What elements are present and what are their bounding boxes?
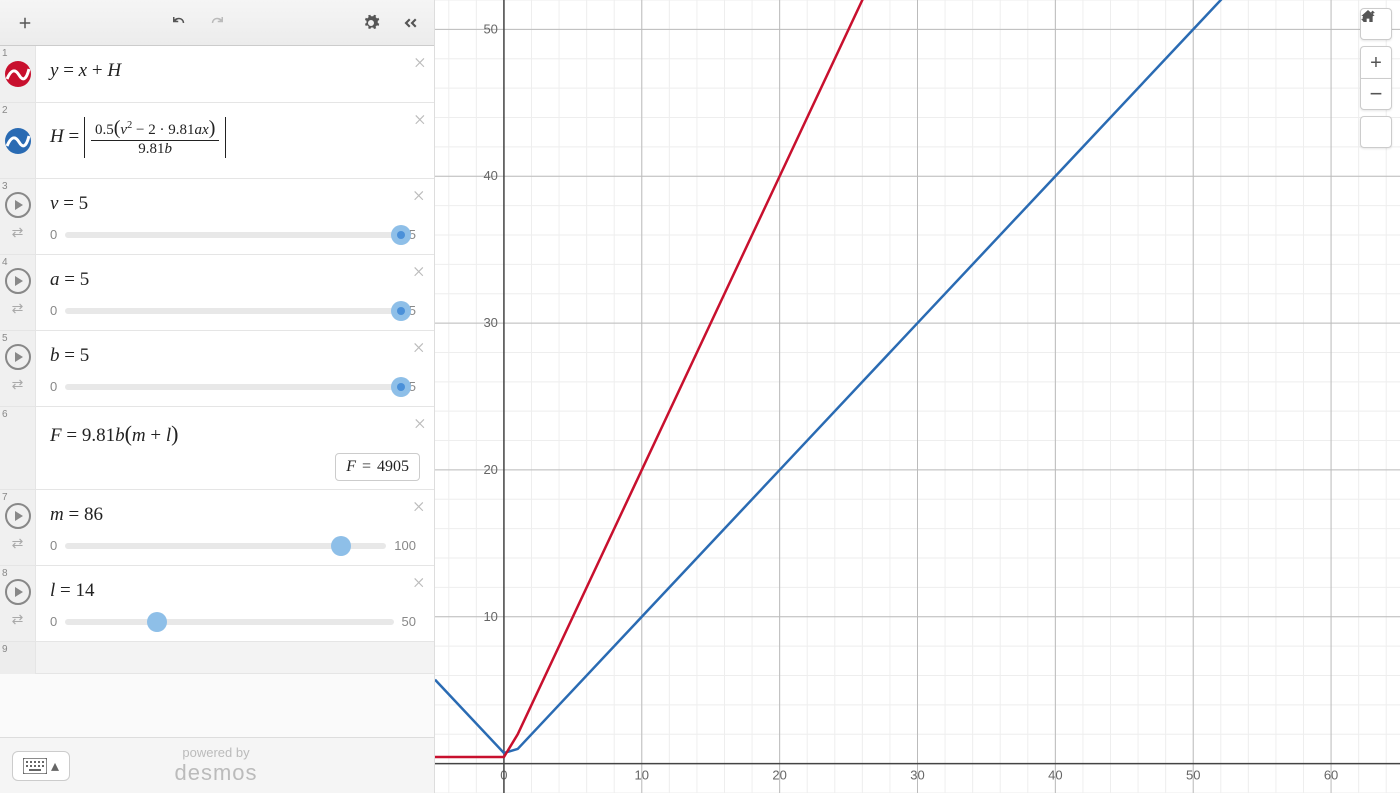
slider-track[interactable] [65, 619, 393, 625]
collapse-sidebar-button[interactable] [392, 6, 426, 40]
slider-thumb[interactable] [147, 612, 167, 632]
slider-mode-icon[interactable]: ⇄ [12, 300, 24, 317]
undo-button[interactable] [162, 6, 196, 40]
plot-color-icon[interactable] [5, 61, 31, 87]
graph-canvas[interactable]: 01020304050601020304050 + − [435, 0, 1400, 793]
row-number: 4 [2, 257, 8, 268]
slider-max[interactable]: 100 [394, 538, 416, 553]
graph-controls: + − [1360, 8, 1392, 148]
svg-text:20: 20 [772, 768, 786, 783]
slider-min[interactable]: 0 [50, 614, 57, 629]
graph-svg: 01020304050601020304050 [435, 0, 1400, 793]
add-expression-button[interactable] [8, 6, 42, 40]
computed-value: F=4905 [335, 453, 420, 481]
delete-row-button[interactable]: × [414, 52, 426, 74]
play-slider-button[interactable] [5, 192, 31, 218]
slider-track[interactable] [65, 232, 401, 238]
play-slider-button[interactable] [5, 579, 31, 605]
slider-max[interactable]: 50 [402, 614, 416, 629]
svg-text:30: 30 [910, 768, 924, 783]
row-number: 6 [2, 409, 8, 420]
row-number: 1 [2, 48, 8, 59]
svg-text:20: 20 [483, 462, 497, 477]
delete-row-button[interactable]: × [411, 496, 426, 518]
row-number: 5 [2, 333, 8, 344]
svg-text:40: 40 [1048, 768, 1062, 783]
expression-list: 1 × y = x + H 2 × H = [0, 46, 434, 737]
slider-row[interactable]: 5 ⇄ × b = 5 0 5 [0, 331, 434, 407]
sidebar-toolbar [0, 0, 434, 46]
slider-thumb[interactable] [391, 377, 411, 397]
expression-row[interactable]: 1 × y = x + H [0, 46, 434, 103]
slider-row[interactable]: 4 ⇄ × a = 5 0 5 [0, 255, 434, 331]
row-number: 7 [2, 492, 8, 503]
row-number: 8 [2, 568, 8, 579]
row-number: 2 [2, 105, 8, 116]
slider-row[interactable]: 8 ⇄ × l = 14 0 50 [0, 566, 434, 642]
slider-min[interactable]: 0 [50, 538, 57, 553]
delete-row-button[interactable]: × [411, 572, 426, 594]
slider-track[interactable] [65, 308, 401, 314]
play-slider-button[interactable] [5, 503, 31, 529]
empty-row[interactable]: 9 [0, 642, 434, 674]
delete-row-button[interactable]: × [411, 185, 426, 207]
slider-row[interactable]: 7 ⇄ × m = 86 0 100 [0, 490, 434, 566]
svg-text:40: 40 [483, 168, 497, 183]
keyboard-toggle-button[interactable]: ▴ [12, 751, 70, 781]
slider-mode-icon[interactable]: ⇄ [12, 611, 24, 628]
slider-min[interactable]: 0 [50, 227, 57, 242]
zoom-in-button[interactable]: + [1360, 46, 1392, 78]
expression-row[interactable]: 2 × H = 0.5(v2 − 2 · 9.81ax) 9.81b [0, 103, 434, 179]
plot-color-icon[interactable] [5, 128, 31, 154]
svg-text:30: 30 [483, 315, 497, 330]
delete-row-button[interactable]: × [411, 337, 426, 359]
expression-sidebar: 1 × y = x + H 2 × H = [0, 0, 435, 793]
slider-thumb[interactable] [331, 536, 351, 556]
svg-text:10: 10 [635, 768, 649, 783]
slider-mode-icon[interactable]: ⇄ [12, 535, 24, 552]
slider-track[interactable] [65, 543, 386, 549]
slider-mode-icon[interactable]: ⇄ [12, 224, 24, 241]
settings-button[interactable] [354, 6, 388, 40]
redo-button[interactable] [200, 6, 234, 40]
slider-min[interactable]: 0 [50, 303, 57, 318]
delete-row-button[interactable]: × [414, 413, 426, 435]
brand-label: powered by desmos [174, 746, 257, 784]
sidebar-footer: ▴ powered by desmos [0, 737, 434, 793]
svg-text:50: 50 [483, 21, 497, 36]
slider-track[interactable] [65, 384, 401, 390]
slider-row[interactable]: 3 ⇄ × v = 5 0 5 [0, 179, 434, 255]
chevron-up-icon: ▴ [51, 756, 59, 776]
delete-row-button[interactable]: × [414, 109, 426, 131]
svg-text:60: 60 [1324, 768, 1338, 783]
svg-text:50: 50 [1186, 768, 1200, 783]
slider-min[interactable]: 0 [50, 379, 57, 394]
expression-row[interactable]: 6 × F = 9.81b(m + l) F=4905 [0, 407, 434, 490]
row-number: 3 [2, 181, 8, 192]
slider-mode-icon[interactable]: ⇄ [12, 376, 24, 393]
row-number: 9 [2, 644, 8, 655]
play-slider-button[interactable] [5, 344, 31, 370]
svg-text:10: 10 [483, 609, 497, 624]
home-button[interactable] [1360, 116, 1392, 148]
slider-thumb[interactable] [391, 225, 411, 245]
play-slider-button[interactable] [5, 268, 31, 294]
slider-thumb[interactable] [391, 301, 411, 321]
zoom-out-button[interactable]: − [1360, 78, 1392, 110]
delete-row-button[interactable]: × [411, 261, 426, 283]
